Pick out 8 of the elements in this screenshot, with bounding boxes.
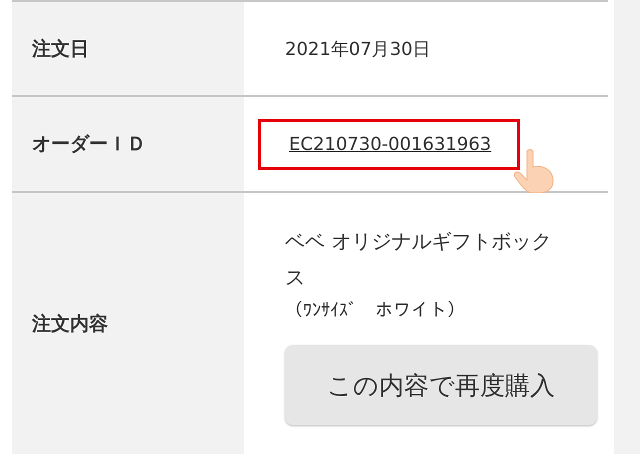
row-label: 注文内容 [32,312,108,336]
row-label: 注文日 [32,36,89,62]
product-name: ベベ オリジナルギフトボックス [285,228,552,291]
reorder-button[interactable]: この内容で再度購入 [285,345,597,425]
order-id-link[interactable]: EC210730-001631963 [289,134,492,154]
order-date: 2021年07月30日 [285,38,432,60]
product-variant: （ﾜﾝｻｲｽﾞ ホワイト） [285,299,466,323]
row-label: オーダーＩＤ [32,132,146,157]
